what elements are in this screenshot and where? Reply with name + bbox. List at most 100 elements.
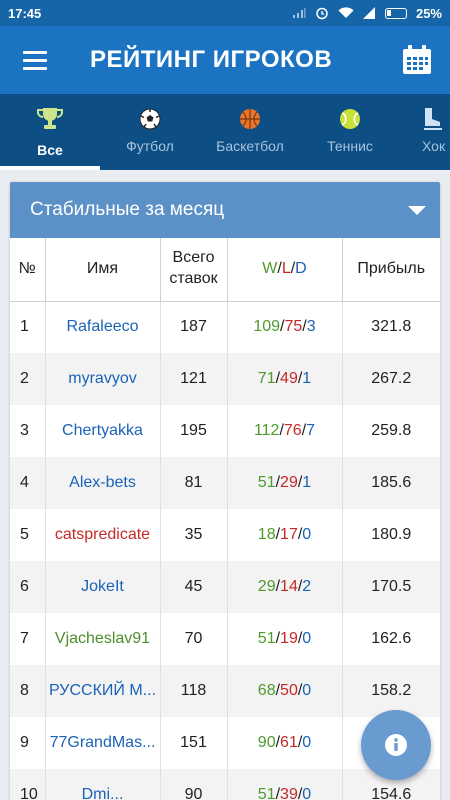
player-name-link[interactable]: Dmi... [45,769,161,800]
draws-value: 0 [302,786,312,800]
rank-cell: 9 [10,717,46,769]
player-name-link[interactable]: Rafaleeco [45,301,161,353]
profit-cell: 321.8 [371,318,412,336]
rank-cell: 4 [10,457,46,509]
signal-icon [292,8,306,18]
wins-value: 90 [257,734,276,751]
status-bar: 17:45 25% [0,0,450,26]
soccer-ball-icon [139,108,161,130]
draws-value: 1 [302,474,312,491]
table-row[interactable]: 6 JokeIt 45 29/14/2 170.5 [10,561,440,613]
total-bets-cell: 151 [160,717,228,769]
draws-value: 3 [306,318,316,336]
tab-tennis-label: Теннис [327,138,373,154]
basketball-icon [240,109,260,129]
col-header-wld[interactable]: W/L/D [227,238,343,302]
total-bets-cell: 35 [160,509,228,561]
losses-value: 29 [280,474,298,491]
info-button[interactable] [361,710,431,780]
tab-tennis[interactable]: Теннис [300,94,400,170]
table-row[interactable]: 8 РУССКИЙ М... 118 68/50/0 158.2 [10,665,440,717]
wins-value: 112 [253,422,280,439]
cellular-icon [362,7,375,19]
total-bets-cell: 70 [160,613,228,665]
rank-cell: 2 [10,353,46,405]
wins-value: 51 [257,630,276,647]
period-filter-dropdown[interactable]: Стабильные за месяц [10,182,440,238]
tab-basketball-label: Баскетбол [216,138,284,154]
profit-cell: 180.9 [371,526,412,543]
period-filter-value: Стабильные за месяц [30,199,225,220]
col-header-num[interactable]: № [10,238,46,302]
player-name-link[interactable]: РУССКИЙ М... [45,665,161,717]
page-title: РЕЙТИНГ ИГРОКОВ [90,46,333,73]
col-header-bets[interactable]: Всего ставок [160,238,228,302]
wins-value: 71 [257,370,276,387]
dropdown-caret-icon [408,205,426,215]
calendar-icon [403,45,431,74]
player-name-link[interactable]: JokeIt [45,561,161,613]
profit-cell: 170.5 [342,561,440,613]
table-row[interactable]: 5 catspredicate 35 18/17/0 180.9 [10,509,440,561]
table-row[interactable]: 2 myravyov 121 71/49/1 267.2 [10,353,440,405]
wld-header-w: W [262,260,278,278]
total-bets-cell: 187 [160,301,228,353]
losses-value: 61 [280,734,298,751]
losses-value: 50 [280,682,298,699]
losses-value: 76 [283,422,302,439]
total-bets-cell: 195 [160,405,228,457]
wld-cell: 71/49/1 [227,353,343,405]
draws-value: 0 [302,526,312,543]
table-row[interactable]: 7 Vjacheslav91 70 51/19/0 162.6 [10,613,440,665]
rank-cell: 6 [10,561,46,613]
profit-cell: 267.2 [342,353,440,405]
rank-cell: 8 [10,665,46,717]
trophy-icon [37,108,63,129]
app-bar: РЕЙТИНГ ИГРОКОВ [0,26,450,94]
wins-value: 68 [257,682,276,699]
battery-percent: 25% [415,5,442,21]
losses-value: 39 [280,786,298,800]
wins-value: 109 [253,318,281,336]
tab-basketball[interactable]: Баскетбол [200,94,300,170]
player-name-link[interactable]: 77GrandMas... [45,717,161,769]
player-name-link[interactable]: catspredicate [45,509,161,561]
table-row[interactable]: 4 Alex-bets 81 51/29/1 185.6 [10,457,440,509]
table-header-row: № Имя Всего ставок W/L/D Прибыль [10,238,440,302]
wifi-icon [338,7,354,19]
profit-cell: 158.2 [342,665,440,717]
info-icon [385,734,407,756]
table-row[interactable]: 3 Chertyakka 195 112/76/7 259.8 [10,405,440,457]
player-name-link[interactable]: Vjacheslav91 [45,613,161,665]
col-header-profit[interactable]: Прибыль [342,238,440,302]
wld-cell: 51/19/0 [227,613,343,665]
menu-button[interactable] [0,26,70,94]
tab-hockey[interactable]: Хок [400,94,450,170]
profit-cell: 259.8 [371,422,412,439]
wld-cell: 51/39/0 [227,769,343,800]
wld-header-d: D [295,260,307,278]
rating-card: Стабильные за месяц № Имя Всего ставок W… [10,182,440,800]
wld-cell: 18/17/0 [227,509,343,561]
draws-value: 0 [302,734,312,751]
total-bets-cell: 121 [160,353,228,405]
total-bets-cell: 90 [160,769,228,800]
rank-cell: 5 [10,509,46,561]
player-name-link[interactable]: Chertyakka [45,405,161,457]
calendar-button[interactable] [384,26,450,94]
player-name-link[interactable]: myravyov [45,353,161,405]
hockey-skate-icon [424,108,442,130]
profit-cell: 185.6 [342,457,440,509]
rank-cell: 1 [10,301,46,353]
tab-football[interactable]: Футбол [100,94,200,170]
rank-cell: 3 [10,405,46,457]
col-header-name[interactable]: Имя [45,238,161,302]
tab-all-label: Все [37,142,63,158]
tab-all[interactable]: Все [0,94,100,170]
losses-value: 14 [280,578,298,595]
wld-header-l: L [281,260,291,278]
player-name-link[interactable]: Alex-bets [45,457,161,509]
losses-value: 49 [280,370,298,387]
table-row[interactable]: 1 Rafaleeco 187 109/75/3 321.8 [10,301,440,353]
wld-cell: 90/61/0 [227,717,343,769]
